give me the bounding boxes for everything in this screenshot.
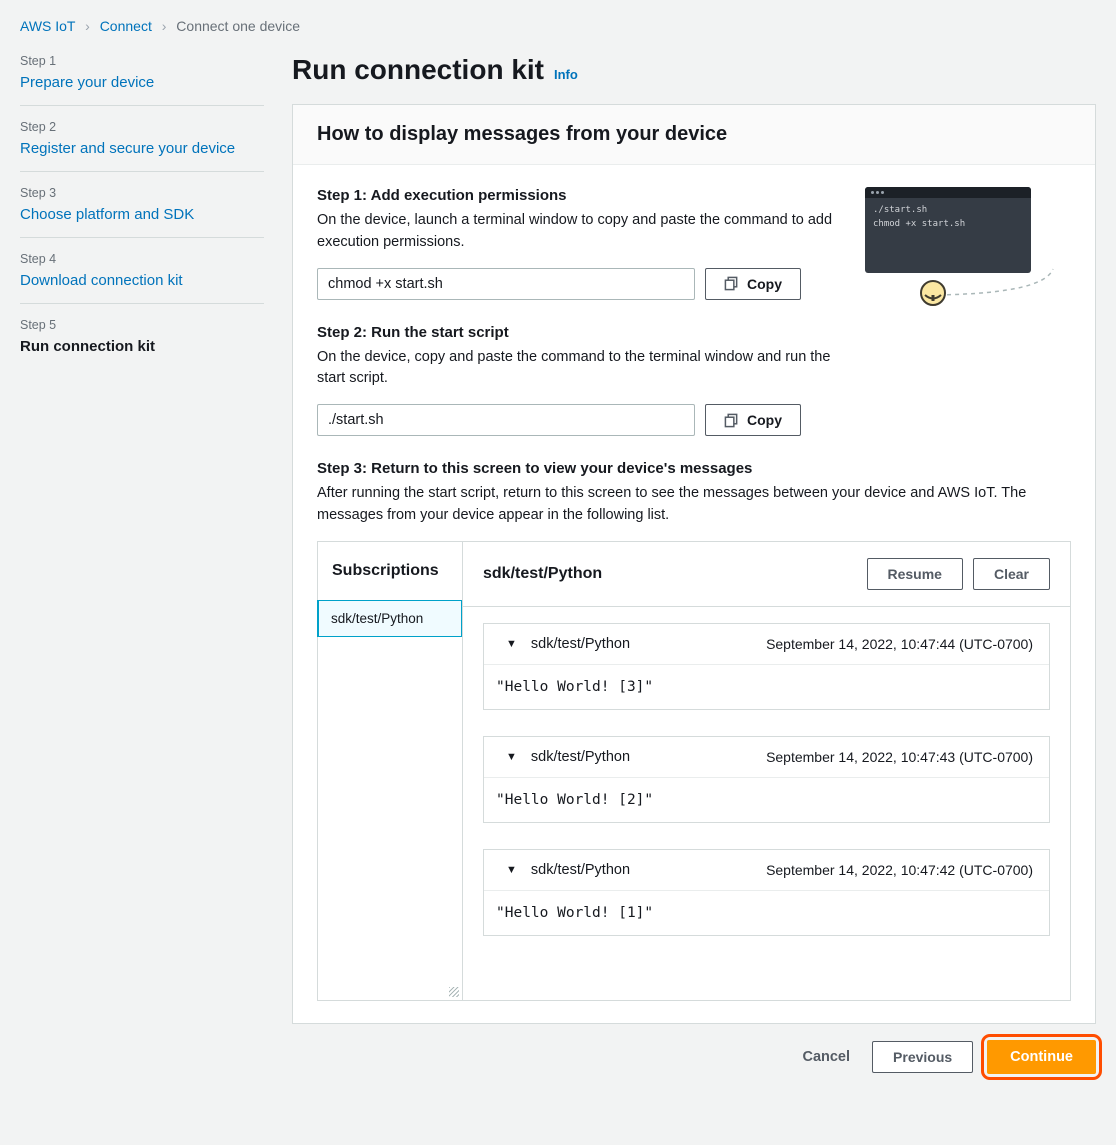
breadcrumb: AWS IoT › Connect › Connect one device: [20, 18, 1096, 34]
wizard-step-5: Step 5 Run connection kit: [20, 318, 264, 369]
wizard-step-label: Step 5: [20, 318, 264, 332]
wizard-step-name: Run connection kit: [20, 338, 264, 355]
resizer-handle[interactable]: [318, 986, 462, 1000]
wizard-step-label: Step 2: [20, 120, 264, 134]
breadcrumb-section[interactable]: Connect: [100, 18, 152, 34]
wizard-step-name: Choose platform and SDK: [20, 206, 264, 223]
wizard-step-name: Prepare your device: [20, 74, 264, 91]
copy-label: Copy: [747, 276, 782, 292]
caret-down-icon: ▼: [506, 638, 517, 650]
message-viewer: Subscriptions sdk/test/Python sdk/test/P…: [317, 541, 1071, 1001]
step2-command[interactable]: ./start.sh: [317, 404, 695, 436]
message-header[interactable]: ▼ sdk/test/Python September 14, 2022, 10…: [484, 850, 1049, 891]
previous-button[interactable]: Previous: [872, 1041, 973, 1073]
wizard-step-2[interactable]: Step 2 Register and secure your device: [20, 120, 264, 172]
step3-title: Step 3: Return to this screen to view yo…: [317, 460, 1071, 477]
wizard-steps-sidebar: Step 1 Prepare your device Step 2 Regist…: [20, 54, 264, 1074]
subscriptions-column: Subscriptions sdk/test/Python: [318, 542, 463, 1000]
wizard-step-4[interactable]: Step 4 Download connection kit: [20, 252, 264, 304]
chevron-right-icon: ›: [85, 18, 90, 34]
chevron-right-icon: ›: [162, 18, 167, 34]
step2-title: Step 2: Run the start script: [317, 324, 1071, 341]
instructions-panel: How to display messages from your device…: [292, 104, 1096, 1024]
message-card: ▼ sdk/test/Python September 14, 2022, 10…: [483, 849, 1050, 936]
copy-button-step2[interactable]: Copy: [705, 404, 801, 436]
wizard-step-name: Register and secure your device: [20, 140, 264, 157]
wizard-step-3[interactable]: Step 3 Choose platform and SDK: [20, 186, 264, 238]
wizard-step-label: Step 4: [20, 252, 264, 266]
cancel-button[interactable]: Cancel: [794, 1049, 858, 1065]
resume-button[interactable]: Resume: [867, 558, 963, 590]
breadcrumb-root[interactable]: AWS IoT: [20, 18, 75, 34]
copy-button-step1[interactable]: Copy: [705, 268, 801, 300]
feed-column: sdk/test/Python Resume Clear ▼ sdk/test/…: [463, 542, 1070, 1000]
caret-down-icon: ▼: [506, 864, 517, 876]
message-header[interactable]: ▼ sdk/test/Python September 14, 2022, 10…: [484, 737, 1049, 778]
wizard-step-label: Step 3: [20, 186, 264, 200]
clear-button[interactable]: Clear: [973, 558, 1050, 590]
message-timestamp: September 14, 2022, 10:47:44 (UTC-0700): [766, 636, 1033, 652]
message-card: ▼ sdk/test/Python September 14, 2022, 10…: [483, 623, 1050, 710]
wizard-step-1[interactable]: Step 1 Prepare your device: [20, 54, 264, 106]
terminal-line: chmod +x start.sh: [873, 218, 1023, 232]
caret-down-icon: ▼: [506, 751, 517, 763]
copy-icon: [724, 276, 739, 291]
page-title: Run connection kit: [292, 54, 544, 86]
copy-label: Copy: [747, 412, 782, 428]
message-topic: sdk/test/Python: [531, 636, 766, 652]
feed-title: sdk/test/Python: [483, 565, 857, 583]
panel-title: How to display messages from your device: [317, 123, 1071, 146]
message-body: "Hello World! [1]": [484, 891, 1049, 935]
terminal-illustration: ./start.sh chmod +x start.sh: [865, 187, 1071, 273]
wizard-step-label: Step 1: [20, 54, 264, 68]
message-body: "Hello World! [3]": [484, 665, 1049, 709]
subscriptions-header: Subscriptions: [318, 542, 462, 601]
info-link[interactable]: Info: [554, 67, 578, 82]
step2-desc: On the device, copy and paste the comman…: [317, 347, 837, 391]
terminal-line: ./start.sh: [873, 204, 1023, 218]
person-icon: [919, 279, 947, 312]
copy-icon: [724, 413, 739, 428]
message-card: ▼ sdk/test/Python September 14, 2022, 10…: [483, 736, 1050, 823]
step3-desc: After running the start script, return t…: [317, 483, 1071, 527]
subscription-item[interactable]: sdk/test/Python: [317, 600, 462, 637]
message-header[interactable]: ▼ sdk/test/Python September 14, 2022, 10…: [484, 624, 1049, 665]
message-topic: sdk/test/Python: [531, 749, 766, 765]
step1-desc: On the device, launch a terminal window …: [317, 210, 837, 254]
message-body: "Hello World! [2]": [484, 778, 1049, 822]
breadcrumb-current: Connect one device: [176, 18, 300, 34]
wizard-step-name: Download connection kit: [20, 272, 264, 289]
continue-button[interactable]: Continue: [987, 1040, 1096, 1074]
wizard-footer: Cancel Previous Continue: [292, 1040, 1096, 1074]
step1-command[interactable]: chmod +x start.sh: [317, 268, 695, 300]
message-topic: sdk/test/Python: [531, 862, 766, 878]
message-timestamp: September 14, 2022, 10:47:42 (UTC-0700): [766, 862, 1033, 878]
message-timestamp: September 14, 2022, 10:47:43 (UTC-0700): [766, 749, 1033, 765]
